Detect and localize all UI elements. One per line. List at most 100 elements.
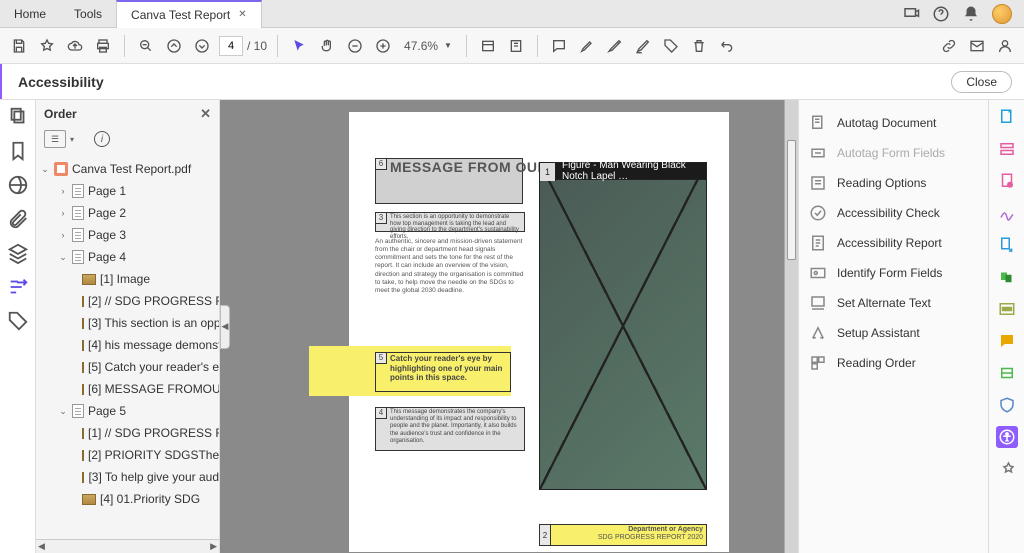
rail-accessibility-icon[interactable] xyxy=(996,426,1018,448)
panel-scrollbar-h[interactable]: ◀▶ xyxy=(36,539,219,553)
fit-width-icon[interactable] xyxy=(477,35,499,57)
tree-page[interactable]: ›Page 2 xyxy=(36,202,219,224)
rail-sign-icon[interactable] xyxy=(996,202,1018,224)
cloud-upload-icon[interactable] xyxy=(64,35,86,57)
zoom-plus-icon[interactable] xyxy=(372,35,394,57)
collapse-left-handle[interactable]: ◀ xyxy=(220,305,230,349)
link-icon[interactable] xyxy=(938,35,960,57)
save-icon[interactable] xyxy=(8,35,30,57)
close-tab-icon[interactable]: ✕ xyxy=(238,9,246,20)
reading-order-box-figure[interactable] xyxy=(539,162,707,490)
erase-icon[interactable] xyxy=(632,35,654,57)
tags-icon[interactable] xyxy=(7,310,29,332)
help-icon[interactable] xyxy=(932,5,950,23)
tag-element-icon xyxy=(82,296,84,307)
tool-identify-form-fields[interactable]: Identify Form Fields xyxy=(799,258,988,288)
tag-icon[interactable] xyxy=(660,35,682,57)
trash-icon[interactable] xyxy=(688,35,710,57)
layers-icon[interactable] xyxy=(7,242,29,264)
zoom-level[interactable]: 47.6% ▼ xyxy=(400,39,456,53)
tree-page[interactable]: ⌄Page 5 xyxy=(36,400,219,422)
tool-reading-order[interactable]: Reading Order xyxy=(799,348,988,378)
chevron-down-icon: ▼ xyxy=(444,41,452,50)
reading-order-box-para2[interactable]: 4 This message demonstrates the company'… xyxy=(375,407,525,451)
page-icon xyxy=(72,184,84,198)
page-down-icon[interactable] xyxy=(191,35,213,57)
figure-label[interactable]: 1 Figure - Man Wearing Black Notch Lapel… xyxy=(539,162,707,180)
bookmark-icon[interactable] xyxy=(7,140,29,162)
rail-create-pdf-icon[interactable] xyxy=(996,106,1018,128)
tree-page[interactable]: ›Page 1 xyxy=(36,180,219,202)
reading-order-box-para1[interactable]: 3 This section is an opportunity to demo… xyxy=(375,212,525,232)
thumbnails-icon[interactable] xyxy=(7,106,29,128)
structure-dropdown[interactable]: ☰ xyxy=(44,130,66,148)
tree-item[interactable]: [1] Image xyxy=(36,268,219,290)
tree-item[interactable]: [4] 01.Priority SDG xyxy=(36,488,219,510)
tool-setup-assistant[interactable]: Setup Assistant xyxy=(799,318,988,348)
tag-element-icon xyxy=(82,494,96,505)
tree-item[interactable]: [1] // SDG PROGRESS RE xyxy=(36,422,219,444)
zoom-minus-icon[interactable] xyxy=(344,35,366,57)
print-icon[interactable] xyxy=(92,35,114,57)
hand-icon[interactable] xyxy=(316,35,338,57)
vertical-scrollbar[interactable] xyxy=(784,100,798,553)
rail-protect-icon[interactable] xyxy=(996,394,1018,416)
page-current-input[interactable] xyxy=(219,36,243,56)
rail-comment-icon[interactable] xyxy=(996,330,1018,352)
rail-scan-icon[interactable] xyxy=(996,362,1018,384)
tree-root[interactable]: ⌄Canva Test Report.pdf xyxy=(36,158,219,180)
order-icon[interactable] xyxy=(7,276,29,298)
draw-icon[interactable] xyxy=(604,35,626,57)
bell-icon[interactable] xyxy=(962,5,980,23)
tree-item[interactable]: [2] // SDG PROGRESS RE xyxy=(36,290,219,312)
profile-icon[interactable] xyxy=(994,35,1016,57)
rail-combine-icon[interactable] xyxy=(996,266,1018,288)
tag-element-icon xyxy=(82,472,84,483)
tree-item[interactable]: [2] PRIORITY SDGSThere xyxy=(36,444,219,466)
undo-icon[interactable] xyxy=(716,35,738,57)
tab-tools[interactable]: Tools xyxy=(60,0,116,28)
info-icon[interactable]: i xyxy=(94,131,110,147)
reading-order-box-heading[interactable]: 6 MESSAGE FROM OUR LEADERS xyxy=(375,158,523,204)
tool-reading-options[interactable]: Reading Options xyxy=(799,168,988,198)
star-icon[interactable] xyxy=(36,35,58,57)
world-icon[interactable] xyxy=(7,174,29,196)
para1b-text: An authentic, sincere and mission-driven… xyxy=(375,238,525,295)
order-panel-title: Order xyxy=(44,107,77,121)
tree-item[interactable]: [3] This section is an opp xyxy=(36,312,219,334)
user-avatar[interactable] xyxy=(992,4,1012,24)
highlight-icon[interactable] xyxy=(576,35,598,57)
tree-page[interactable]: ⌄Page 4 xyxy=(36,246,219,268)
rail-edit-pdf-icon[interactable] xyxy=(996,138,1018,160)
page-up-icon[interactable] xyxy=(163,35,185,57)
tab-home[interactable]: Home xyxy=(0,0,60,28)
rail-redact-icon[interactable] xyxy=(996,298,1018,320)
fit-page-icon[interactable] xyxy=(505,35,527,57)
tree-item[interactable]: [5] Catch your reader's ey xyxy=(36,356,219,378)
tool-autotag-document[interactable]: Autotag Document xyxy=(799,108,988,138)
tag-element-icon xyxy=(82,340,84,351)
tree-page[interactable]: ›Page 3 xyxy=(36,224,219,246)
reading-order-box-footer[interactable]: 2 Department or Agency SDG PROGRESS REPO… xyxy=(539,524,707,546)
tree-item[interactable]: [6] MESSAGE FROMOUR xyxy=(36,378,219,400)
comment-icon[interactable] xyxy=(548,35,570,57)
rail-organize-icon[interactable] xyxy=(996,234,1018,256)
share-icon[interactable] xyxy=(902,5,920,23)
tool-accessibility-check[interactable]: Accessibility Check xyxy=(799,198,988,228)
rail-more-tools-icon[interactable] xyxy=(996,458,1018,480)
tree-item[interactable]: [3] To help give your aud xyxy=(36,466,219,488)
reading-order-box-callout[interactable]: 5 Catch your reader's eye by highlightin… xyxy=(375,352,511,392)
close-panel-icon[interactable]: ✕ xyxy=(200,106,211,122)
tree-item[interactable]: [4] his message demonst xyxy=(36,334,219,356)
zoom-out-icon[interactable] xyxy=(135,35,157,57)
document-viewport[interactable]: ◀ ▶ 6 MESSAGE FROM OUR LEADERS 3 This se… xyxy=(220,100,798,553)
tool-autotag-form-fields: Autotag Form Fields xyxy=(799,138,988,168)
mail-icon[interactable] xyxy=(966,35,988,57)
tab-document[interactable]: Canva Test Report ✕ xyxy=(116,0,262,28)
pointer-icon[interactable] xyxy=(288,35,310,57)
tool-accessibility-report[interactable]: Accessibility Report xyxy=(799,228,988,258)
rail-export-pdf-icon[interactable] xyxy=(996,170,1018,192)
tool-set-alternate-text[interactable]: Set Alternate Text xyxy=(799,288,988,318)
attachment-icon[interactable] xyxy=(7,208,29,230)
close-button[interactable]: Close xyxy=(951,71,1012,93)
